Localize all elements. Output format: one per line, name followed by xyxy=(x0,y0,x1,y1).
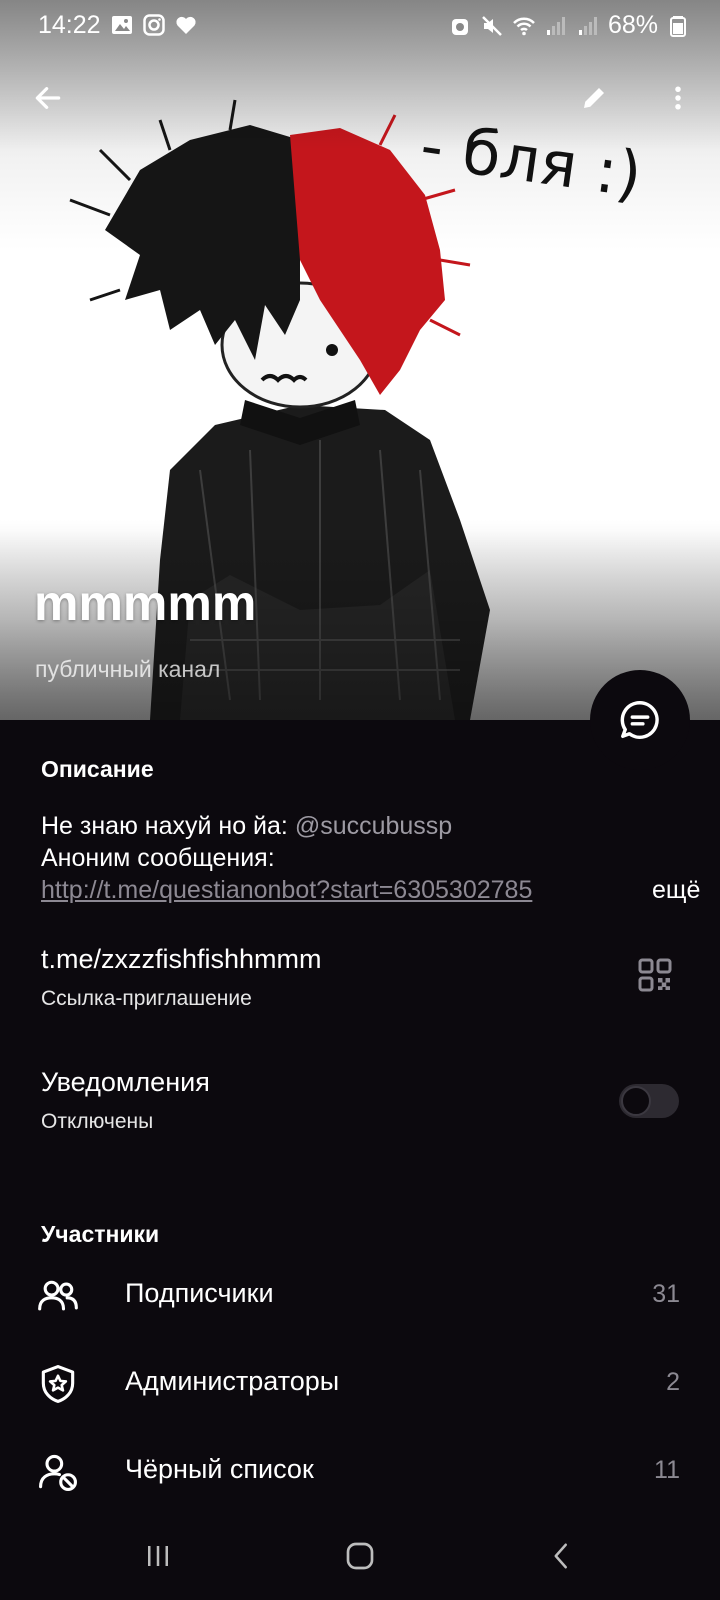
signal-icon xyxy=(546,16,565,35)
notifications-title: Уведомления xyxy=(41,1067,210,1097)
status-time: 14:22 xyxy=(38,11,101,39)
battery-icon xyxy=(670,15,686,37)
description-url-link[interactable]: http://t.me/questianonbot?start=63053027… xyxy=(41,874,611,906)
mention-link[interactable]: @succubussp xyxy=(295,812,452,840)
status-bar: 14:22 68% xyxy=(0,0,720,52)
user-blocked-icon xyxy=(39,1454,77,1491)
home-button[interactable] xyxy=(336,1532,384,1580)
administrators-count: 2 xyxy=(666,1368,680,1396)
subscribers-label: Подписчики xyxy=(125,1278,274,1308)
instagram-icon xyxy=(143,14,165,36)
status-notifications xyxy=(110,13,198,37)
channel-subtitle: публичный канал xyxy=(35,656,221,682)
arrow-left-icon xyxy=(35,87,61,109)
pencil-icon xyxy=(584,88,604,108)
members-header: Участники xyxy=(41,1221,160,1247)
home-icon xyxy=(346,1542,374,1570)
toggle-knob xyxy=(621,1086,651,1116)
open-chat-button[interactable] xyxy=(590,670,690,770)
blacklist-row[interactable]: Чёрный список 11 xyxy=(0,1428,720,1516)
invite-link[interactable]: t.me/zxzzfishfishhmmm xyxy=(41,944,322,975)
mute-icon xyxy=(482,15,502,36)
shield-star-icon xyxy=(41,1365,75,1403)
description-line-2: Аноним сообщения: xyxy=(41,844,275,872)
qr-code-icon[interactable] xyxy=(637,957,673,993)
nav-back-button[interactable] xyxy=(538,1532,586,1580)
invite-link-label: Ссылка-приглашение xyxy=(41,987,252,1010)
users-icon xyxy=(38,1280,78,1311)
description-header: Описание xyxy=(41,756,154,782)
subscribers-row[interactable]: Подписчики 31 xyxy=(0,1252,720,1340)
chat-bubble-icon xyxy=(620,701,659,739)
blacklist-label: Чёрный список xyxy=(125,1454,314,1484)
status-system-icons: 68% xyxy=(448,11,690,40)
gallery-icon xyxy=(112,16,132,34)
edit-button[interactable] xyxy=(570,74,618,122)
recent-apps-icon xyxy=(148,1546,168,1566)
blacklist-count: 11 xyxy=(654,1456,680,1484)
notifications-toggle[interactable] xyxy=(619,1084,679,1118)
description-line-1: Не знаю нахуй но йа: @succubussp xyxy=(41,810,681,842)
heart-icon xyxy=(176,16,196,34)
more-vertical-icon xyxy=(675,86,681,110)
administrators-row[interactable]: Администраторы 2 xyxy=(0,1340,720,1428)
more-button[interactable] xyxy=(654,74,702,122)
battery-percent: 68% xyxy=(607,11,658,39)
back-button[interactable] xyxy=(24,74,72,122)
recent-apps-button[interactable] xyxy=(134,1532,182,1580)
notifications-status: Отключены xyxy=(41,1110,154,1133)
description-text: Не знаю нахуй но йа: @succubussp Аноним … xyxy=(41,810,700,906)
back-icon xyxy=(554,1543,567,1569)
channel-title: mmmmm xyxy=(34,575,257,631)
show-more-button[interactable]: ещё xyxy=(652,874,700,906)
signal-icon xyxy=(578,16,597,35)
wifi-icon xyxy=(513,17,535,35)
description-line-1-text: Не знаю нахуй но йа: xyxy=(41,812,295,840)
administrators-label: Администраторы xyxy=(125,1366,340,1396)
alarm-icon xyxy=(451,18,468,35)
system-nav-bar xyxy=(0,1512,720,1600)
subscribers-count: 31 xyxy=(652,1280,680,1308)
description-link-row: http://t.me/questianonbot?start=63053027… xyxy=(41,874,700,906)
